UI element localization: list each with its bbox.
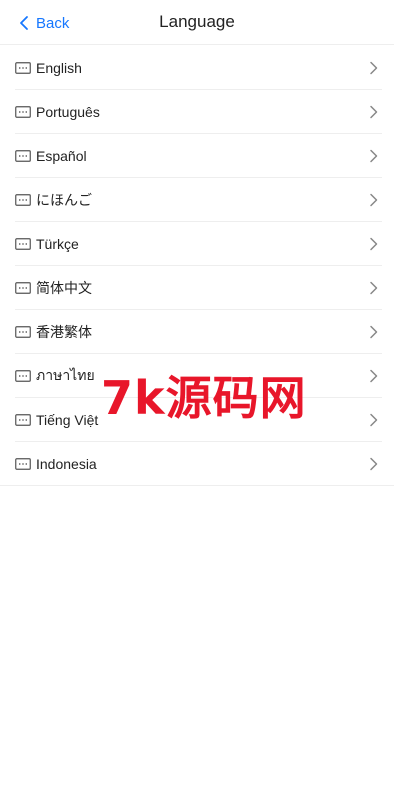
- language-label: Indonesia: [36, 455, 97, 472]
- keyboard-icon: [15, 149, 31, 162]
- keyboard-icon: [15, 193, 31, 206]
- language-label: ภาษาไทย: [36, 366, 95, 383]
- chevron-right-icon: [370, 457, 378, 471]
- language-item[interactable]: English: [15, 46, 382, 90]
- chevron-right-icon: [370, 369, 378, 383]
- language-label: 香港繁体: [36, 323, 92, 340]
- keyboard-icon: [15, 61, 31, 74]
- chevron-right-icon: [370, 61, 378, 75]
- keyboard-icon: [15, 413, 31, 426]
- nav-bar: Back Language: [0, 0, 394, 45]
- language-item[interactable]: Português: [15, 90, 382, 134]
- keyboard-icon: [15, 281, 31, 294]
- chevron-right-icon: [370, 325, 378, 339]
- language-label: Türkçe: [36, 235, 79, 252]
- language-label: にほんご: [36, 191, 92, 208]
- page-title: Language: [159, 12, 235, 31]
- keyboard-icon: [15, 325, 31, 338]
- keyboard-icon: [15, 369, 31, 382]
- language-item[interactable]: 香港繁体: [15, 310, 382, 354]
- chevron-right-icon: [370, 193, 378, 207]
- chevron-right-icon: [370, 281, 378, 295]
- language-item[interactable]: Español: [15, 134, 382, 178]
- language-item[interactable]: にほんご: [15, 178, 382, 222]
- language-label: Español: [36, 147, 87, 164]
- language-item[interactable]: Türkçe: [15, 222, 382, 266]
- language-label: Tiếng Việt: [36, 411, 99, 428]
- watermark-text: 7k源码网: [101, 371, 307, 425]
- language-item[interactable]: 简体中文: [15, 266, 382, 310]
- keyboard-icon: [15, 105, 31, 118]
- language-label: 简体中文: [36, 279, 92, 296]
- chevron-right-icon: [370, 105, 378, 119]
- language-label: Português: [36, 103, 100, 120]
- chevron-right-icon: [370, 413, 378, 427]
- chevron-right-icon: [370, 237, 378, 251]
- keyboard-icon: [15, 457, 31, 470]
- chevron-right-icon: [370, 149, 378, 163]
- language-label: English: [36, 59, 82, 76]
- keyboard-icon: [15, 237, 31, 250]
- language-item[interactable]: Indonesia: [0, 442, 394, 486]
